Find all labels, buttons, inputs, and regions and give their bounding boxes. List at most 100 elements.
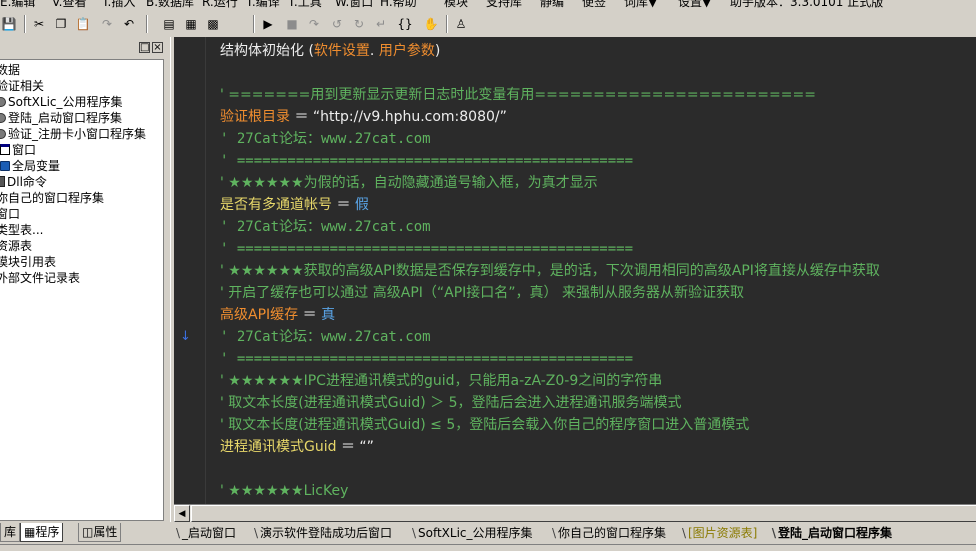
hand-icon[interactable]: ✋ (422, 15, 440, 33)
tree-item[interactable]: 验证_注册卡小窗口程序集 (0, 126, 146, 142)
document-tab[interactable]: \ 登陆_启动窗口程序集 (770, 524, 892, 542)
code-line[interactable]: ' ★★★★★★LicKey (220, 480, 348, 502)
document-tab[interactable]: \ _启动窗口 (174, 524, 236, 542)
tree-item-label: 验证相关 (0, 79, 45, 93)
step-over-icon[interactable]: ↺ (328, 15, 346, 33)
code-line[interactable]: 验证根目录 ＝ “http://v9.hphu.com:8080/” (220, 106, 507, 128)
toolbar-separator (146, 15, 148, 33)
code-line[interactable]: ' 取文本长度(进程通讯模式Guid) ＞ 5，登陆后会进入进程通讯服务端模式 (220, 392, 682, 414)
menu-item[interactable]: T.工具 (288, 0, 322, 9)
code-token: ' ★★★★★★LicKey (220, 483, 349, 499)
menu-item[interactable]: W.窗口 (335, 0, 373, 9)
code-line[interactable]: ' ★★★★★★IPC进程通讯模式的guid，只能用a-zA-Z0-9之间的字符… (220, 370, 662, 392)
layout-3-icon[interactable]: ▩ (204, 15, 222, 33)
menu-item[interactable]: 静编 (540, 0, 564, 9)
code-line[interactable]: 结构体初始化 (软件设置. 用户参数) (220, 40, 440, 62)
menu-item[interactable]: 设置▼ (678, 0, 711, 9)
undo-icon[interactable]: ↶ (120, 15, 138, 33)
copy-icon[interactable]: ❐ (52, 15, 70, 33)
menu-item[interactable]: 模块 (444, 0, 468, 9)
code-line[interactable]: ' 27Cat论坛：www.27cat.com (220, 216, 431, 238)
layout-1-icon[interactable]: ▤ (160, 15, 178, 33)
code-line[interactable]: ' 开启了缓存也可以通过 高级API（“API接口名”，真） 来强制从服务器从新… (220, 282, 744, 304)
menu-item[interactable]: 便签 (582, 0, 606, 9)
tab-properties[interactable]: ◫属性 (78, 523, 122, 542)
document-tab[interactable]: \ [图片资源表] (680, 524, 757, 542)
scroll-thumb[interactable] (191, 505, 976, 522)
stop-icon[interactable]: ■ (283, 15, 301, 33)
tab-program[interactable]: ▦程序 (20, 523, 64, 542)
code-line[interactable]: ' ★★★★★★获取的高级API数据是否保存到缓存中，是的话，下次调用相同的高级… (220, 260, 880, 282)
menu-item[interactable]: R.运行 (202, 0, 238, 9)
user-icon[interactable]: ♙ (452, 15, 470, 33)
tab-library[interactable]: 库 (0, 523, 21, 542)
tab-label: 库 (4, 525, 17, 539)
document-tab[interactable]: \ SoftXLic_公用程序集 (410, 524, 533, 542)
menu-item[interactable]: I.插入 (104, 0, 135, 9)
code-editor[interactable]: ↓ 结构体初始化 (软件设置. 用户参数) ' =======用到更新显示更新日志… (174, 37, 976, 504)
tree-item[interactable]: 验证相关 (0, 78, 44, 94)
tree-item[interactable]: 外部文件记录表 (0, 270, 80, 286)
tree-item[interactable]: 类型表... (0, 222, 43, 238)
run-to-cursor-icon[interactable]: ↵ (372, 15, 390, 33)
tree-item-label: 你自己的窗口程序集 (0, 191, 105, 205)
menu-item[interactable]: H.帮助 (380, 0, 417, 9)
menu-item[interactable]: T.编译 (246, 0, 280, 9)
layout-2-icon[interactable]: ▦ (182, 15, 200, 33)
code-line[interactable]: ' ======================================… (220, 348, 633, 370)
panel-tabs: 库 ▦程序 ◫属性 (0, 523, 170, 545)
run-icon[interactable]: ▶ (259, 15, 277, 33)
line-gutter[interactable]: ↓ (174, 37, 206, 504)
save-icon[interactable]: 💾 (0, 15, 18, 33)
code-line[interactable]: 高级API缓存 ＝ 真 (220, 304, 335, 326)
tree-item[interactable]: Dll命令 (0, 174, 47, 190)
tree-item[interactable]: SoftXLic_公用程序集 (0, 94, 123, 110)
code-line[interactable]: ' 27Cat论坛：www.27cat.com (220, 326, 431, 348)
menu-item[interactable]: 支持库 (486, 0, 522, 9)
document-tab[interactable]: \ 演示软件登陆成功后窗口 (252, 524, 392, 542)
step-into-icon[interactable]: ↷ (305, 15, 323, 33)
code-line[interactable]: 进程通讯模式Guid ＝ “” (220, 436, 374, 458)
tree-item[interactable]: 登陆_启动窗口程序集 (0, 110, 122, 126)
tree-item[interactable]: 你自己的窗口程序集 (0, 190, 104, 206)
code-line[interactable]: ' ======================================… (220, 150, 633, 172)
code-line[interactable]: ' =======用到更新显示更新日志时此变量有用===============… (220, 84, 816, 106)
menu-item[interactable]: V.查看 (52, 0, 86, 9)
tree-item-label: 登陆_启动窗口程序集 (8, 111, 123, 125)
step-out-icon[interactable]: ↻ (350, 15, 368, 33)
gear-icon (0, 113, 6, 123)
code-token: “http://v9.hphu.com:8080/” (312, 109, 507, 125)
menu-bar: E.编辑 V.查看 I.插入 B.数据库 R.运行 T.编译 T.工具 W.窗口 H.帮助 模块 支… (0, 0, 976, 11)
tree-item[interactable]: 资源表 (0, 238, 32, 254)
panel-float-button[interactable]: □ (139, 42, 150, 53)
horizontal-scrollbar[interactable]: ◀ (174, 504, 976, 523)
tree-item[interactable]: 窗口 (0, 206, 20, 222)
scroll-left-arrow-icon[interactable]: ◀ (174, 505, 190, 522)
menu-item[interactable]: B.数据库 (146, 0, 194, 9)
redo-icon[interactable]: ↷ (98, 15, 116, 33)
code-line[interactable]: ' ★★★★★★为假的话，自动隐藏通道号输入框，为真才显示 (220, 172, 598, 194)
code-token: ) (434, 43, 441, 59)
code-line[interactable]: ' 取文本长度(进程通讯模式Guid) ≤ 5，登陆后会载入你自己的程序窗口进入… (220, 414, 749, 436)
code-area[interactable]: 结构体初始化 (软件设置. 用户参数) ' =======用到更新显示更新日志时此… (220, 37, 976, 504)
tab-label: 属性 (93, 525, 118, 539)
tree-item[interactable]: 数据 (0, 62, 20, 78)
project-panel: □ × 数据验证相关 SoftXLic_公用程序集登陆_启动窗口程序集验证_注册卡… (0, 37, 170, 545)
menu-item[interactable]: 助手版本：3.3.0101 正式版 (730, 0, 883, 9)
breakpoint-icon[interactable]: {} (396, 15, 414, 33)
document-tabs: \ _启动窗口 \ 演示软件登陆成功后窗口 \ SoftXLic_公用程序集 \ 你自己的窗口… (174, 522, 976, 544)
tree-item[interactable]: 模块引用表 (0, 254, 56, 270)
code-line[interactable]: ' ======================================… (220, 238, 633, 260)
code-line[interactable]: ' 27Cat论坛：www.27cat.com (220, 128, 431, 150)
code-line[interactable]: 是否有多通道帐号 ＝ 假 (220, 194, 369, 216)
menu-item[interactable]: E.编辑 (0, 0, 35, 9)
dll-icon (0, 176, 5, 187)
cut-icon[interactable]: ✂ (30, 15, 48, 33)
panel-close-button[interactable]: × (152, 42, 163, 53)
paste-icon[interactable]: 📋 (74, 15, 92, 33)
document-tab[interactable]: \ 你自己的窗口程序集 (550, 524, 666, 542)
tree-item[interactable]: 全局变量 (0, 158, 60, 174)
menu-item[interactable]: 词库▼ (624, 0, 657, 9)
tree-item[interactable]: 窗口 (0, 142, 36, 158)
code-token: 用户参数 (378, 43, 435, 59)
